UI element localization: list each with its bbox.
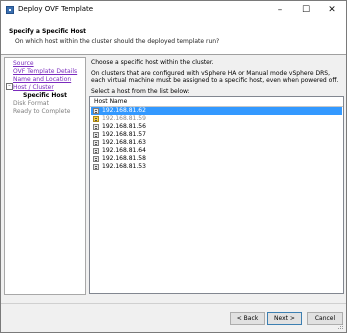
instruction-text: Choose a specific host within the cluste… [91,59,214,66]
host-icon [93,124,99,130]
collapse-icon[interactable]: – [6,83,13,90]
list-prompt: Select a host from the list below: [91,88,190,95]
page-title: Specify a Specific Host [9,28,87,35]
maximize-button[interactable]: ☐ [293,1,319,20]
host-icon [93,132,99,138]
host-row[interactable]: 192.168.81.58 [91,155,342,163]
host-icon [93,164,99,170]
host-row[interactable]: 192.168.81.62 [91,107,342,115]
resize-grip-icon[interactable] [338,324,344,330]
host-warning-icon [93,116,99,122]
window-title: Deploy OVF Template [18,5,94,13]
back-button[interactable]: < Back [230,312,265,325]
wizard-header: Specify a Specific Host On which host wi… [1,20,346,55]
host-row[interactable]: 192.168.81.57 [91,131,342,139]
host-row[interactable]: 192.168.81.53 [91,163,342,171]
vsphere-app-icon [6,6,14,14]
step-specific-host: Specific Host [23,92,67,99]
step-host-cluster[interactable]: Host / Cluster [13,84,54,91]
close-button[interactable]: ✕ [319,1,345,20]
step-ready-to-complete: Ready to Complete [13,108,71,115]
button-bar-divider [1,303,346,304]
description-text: On clusters that are configured with vSp… [91,70,339,84]
host-icon [93,108,99,114]
page-subtitle: On which host within the cluster should … [15,38,220,45]
minimize-button[interactable]: – [267,1,293,20]
host-row[interactable]: 192.168.81.64 [91,147,342,155]
next-button[interactable]: Next > [267,312,302,325]
column-header-host-name[interactable]: Host Name [90,97,343,107]
deploy-ovf-window: Deploy OVF Template – ☐ ✕ Specify a Spec… [0,0,347,333]
step-ovf-template-details[interactable]: OVF Template Details [13,68,77,75]
host-row[interactable]: 192.168.81.56 [91,123,342,131]
host-icon [93,156,99,162]
host-icon [93,140,99,146]
title-bar: Deploy OVF Template – ☐ ✕ [1,1,346,20]
host-list[interactable]: Host Name 192.168.81.62 192.168.81.59 19… [89,96,344,294]
host-row[interactable]: 192.168.81.63 [91,139,342,147]
host-icon [93,148,99,154]
host-row[interactable]: 192.168.81.59 [91,115,342,123]
step-source[interactable]: Source [13,60,34,67]
wizard-steps-panel: Source OVF Template Details Name and Loc… [4,57,86,295]
step-name-and-location[interactable]: Name and Location [13,76,71,83]
step-disk-format: Disk Format [13,100,49,107]
